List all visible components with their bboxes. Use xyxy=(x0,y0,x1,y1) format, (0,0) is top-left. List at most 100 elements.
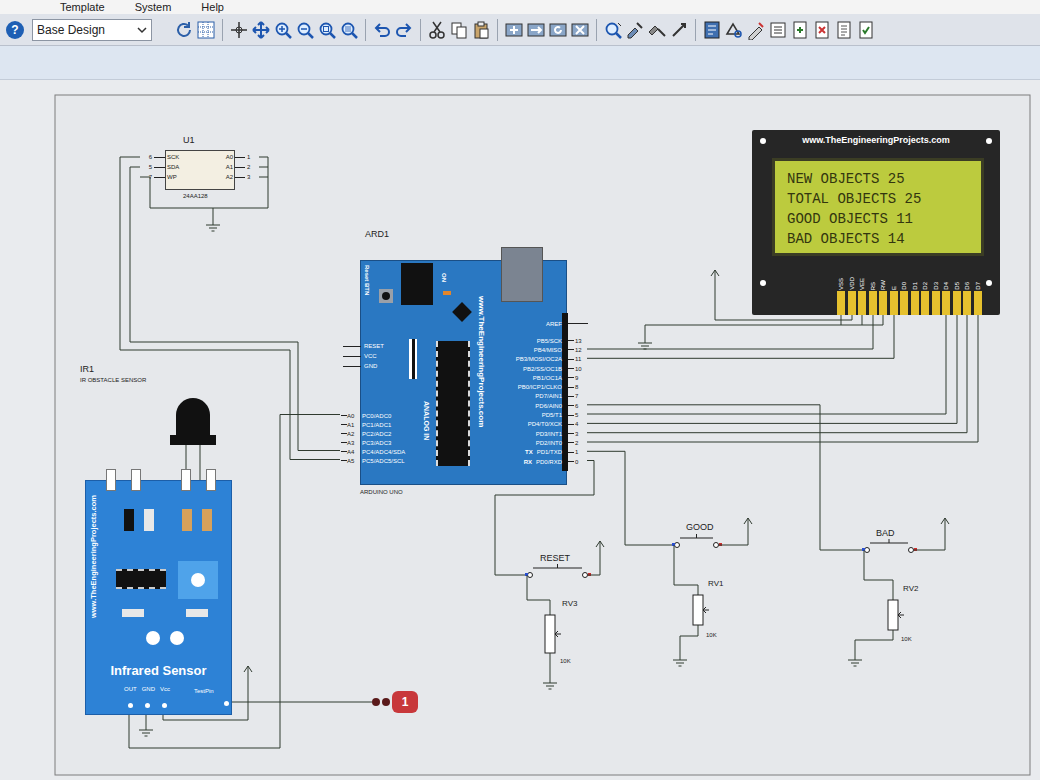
pot-ref: RV3 xyxy=(562,600,577,608)
pin-name: PD0/RXD xyxy=(536,459,562,465)
pot-value: 10K xyxy=(706,632,717,638)
pin-line xyxy=(341,433,347,434)
lcd-line: TOTAL OBJECTS 25 xyxy=(787,189,981,209)
block-rotate-icon[interactable] xyxy=(548,19,568,41)
pin-number: 7 xyxy=(574,393,588,399)
copy-icon[interactable] xyxy=(449,19,469,41)
pin-number: 10 xyxy=(574,366,588,372)
pad xyxy=(942,291,950,315)
new-sheet-icon[interactable] xyxy=(790,19,810,41)
schematic-canvas[interactable]: U1 6SCK5SDA7WP A01A12A23 24AA128 ARD1 Re… xyxy=(0,80,1040,780)
pin-name: PC4/ADC4/SDA xyxy=(359,449,405,455)
lcd-pad xyxy=(868,291,879,315)
ir-sensor-board[interactable]: www.TheEngineeringProjects.com Infrared … xyxy=(85,480,232,715)
on-label: ON xyxy=(441,273,447,282)
design-explorer-icon[interactable] xyxy=(768,19,788,41)
ir-led xyxy=(176,398,210,438)
pin-line xyxy=(568,349,574,350)
arduino-board[interactable]: Reset BTN ON ANALOG IN www.TheEngineerin… xyxy=(360,260,567,485)
pin-number: 6 xyxy=(140,154,154,160)
pin-number: A1 xyxy=(347,422,359,428)
zoom-area-icon[interactable] xyxy=(339,19,359,41)
arduino-pin: PB1/OC1A9 xyxy=(461,373,588,382)
lcd-display[interactable]: www.TheEngineeringProjects.com NEW OBJEC… xyxy=(752,130,1000,315)
pin-name: PC2/ADC2 xyxy=(359,431,391,437)
lcd-pad xyxy=(836,291,847,315)
pin-name: PD5/T1 xyxy=(542,412,562,418)
pick-device-icon[interactable] xyxy=(603,19,623,41)
wire-autorouter-icon[interactable] xyxy=(702,19,722,41)
lcd-pin: D7 xyxy=(973,264,984,290)
paste-icon[interactable] xyxy=(471,19,491,41)
block-copy-icon[interactable] xyxy=(504,19,524,41)
eeprom-pin: 6SCK xyxy=(140,152,200,162)
pin-number: 5 xyxy=(574,412,588,418)
property-assignment-icon[interactable] xyxy=(746,19,766,41)
origin-icon[interactable] xyxy=(229,19,249,41)
probe-dot xyxy=(372,698,380,706)
zoom-in-icon[interactable] xyxy=(273,19,293,41)
pan-icon[interactable] xyxy=(251,19,271,41)
make-device-icon[interactable] xyxy=(625,19,645,41)
search-tag-icon[interactable] xyxy=(724,19,744,41)
eeprom-pin: A1 2 xyxy=(200,162,259,172)
pad xyxy=(911,291,919,315)
decompose-icon[interactable] xyxy=(669,19,689,41)
mount-hole xyxy=(986,280,992,286)
pin-number: 2 xyxy=(245,164,259,170)
lcd-pad xyxy=(847,291,858,315)
pin-name: A1 xyxy=(200,164,235,170)
pin-number: 13 xyxy=(574,338,588,344)
zoom-all-icon[interactable] xyxy=(317,19,337,41)
pin-name: RESET xyxy=(361,343,384,349)
menu-item[interactable]: Template xyxy=(60,2,105,13)
lcd-pad xyxy=(878,291,889,315)
analog-in-label: ANALOG IN xyxy=(423,401,430,440)
logic-state[interactable]: 1 xyxy=(372,691,418,713)
block-move-icon[interactable] xyxy=(526,19,546,41)
usb-connector xyxy=(501,247,543,302)
lcd-pad xyxy=(931,291,942,315)
arduino-pin: A5PC5/ADC5/SCL xyxy=(341,456,405,465)
pot-value: 10K xyxy=(901,636,912,642)
zoom-out-icon[interactable] xyxy=(295,19,315,41)
power-jack xyxy=(401,263,433,305)
eeprom-pin: A01 xyxy=(200,152,259,162)
reset-button[interactable] xyxy=(379,289,393,303)
menu-item[interactable]: System xyxy=(135,2,172,13)
help-button[interactable]: ? xyxy=(6,21,24,39)
refresh-icon[interactable] xyxy=(174,19,194,41)
grid-icon[interactable] xyxy=(196,19,216,41)
pin-line xyxy=(341,442,347,443)
pot-ref: RV2 xyxy=(903,585,918,593)
undo-icon[interactable] xyxy=(372,19,392,41)
pad xyxy=(921,291,929,315)
arduino-pin: A3PC3/ADC3 xyxy=(341,438,405,447)
pin-line xyxy=(235,157,245,158)
block-delete-icon[interactable] xyxy=(570,19,590,41)
bill-of-materials-icon[interactable] xyxy=(834,19,854,41)
pin-line xyxy=(154,167,165,168)
arduino-pin: A2PC2/ADC2 xyxy=(341,429,405,438)
component xyxy=(202,509,212,531)
redo-icon[interactable] xyxy=(394,19,414,41)
menu-item[interactable]: Help xyxy=(201,2,224,13)
packaging-tool-icon[interactable] xyxy=(647,19,667,41)
arduino-pin: PD3/INT13 xyxy=(461,429,588,438)
electrical-rule-check-icon[interactable] xyxy=(856,19,876,41)
eeprom-left-pins: 6SCK5SDA7WP xyxy=(140,152,200,182)
arduino-pin: TXPD1/TXD1 xyxy=(461,448,588,457)
pin-number: 9 xyxy=(574,375,588,381)
chevron-down-icon xyxy=(135,23,149,37)
pin-line xyxy=(568,340,574,341)
cut-icon[interactable] xyxy=(427,19,447,41)
pin-name: E xyxy=(891,286,897,290)
lcd-pin-labels: VSSVDDVEERSRWED0D1D2D3D4D5D6D7 xyxy=(836,264,983,290)
indicator-led xyxy=(170,631,184,645)
pad xyxy=(837,291,845,315)
ir-title: Infrared Sensor xyxy=(86,664,231,677)
remove-sheet-icon[interactable] xyxy=(812,19,832,41)
eeprom-ref: U1 xyxy=(183,136,195,145)
design-dropdown[interactable]: Base Design xyxy=(32,19,152,41)
pin-name: GND xyxy=(361,363,377,369)
